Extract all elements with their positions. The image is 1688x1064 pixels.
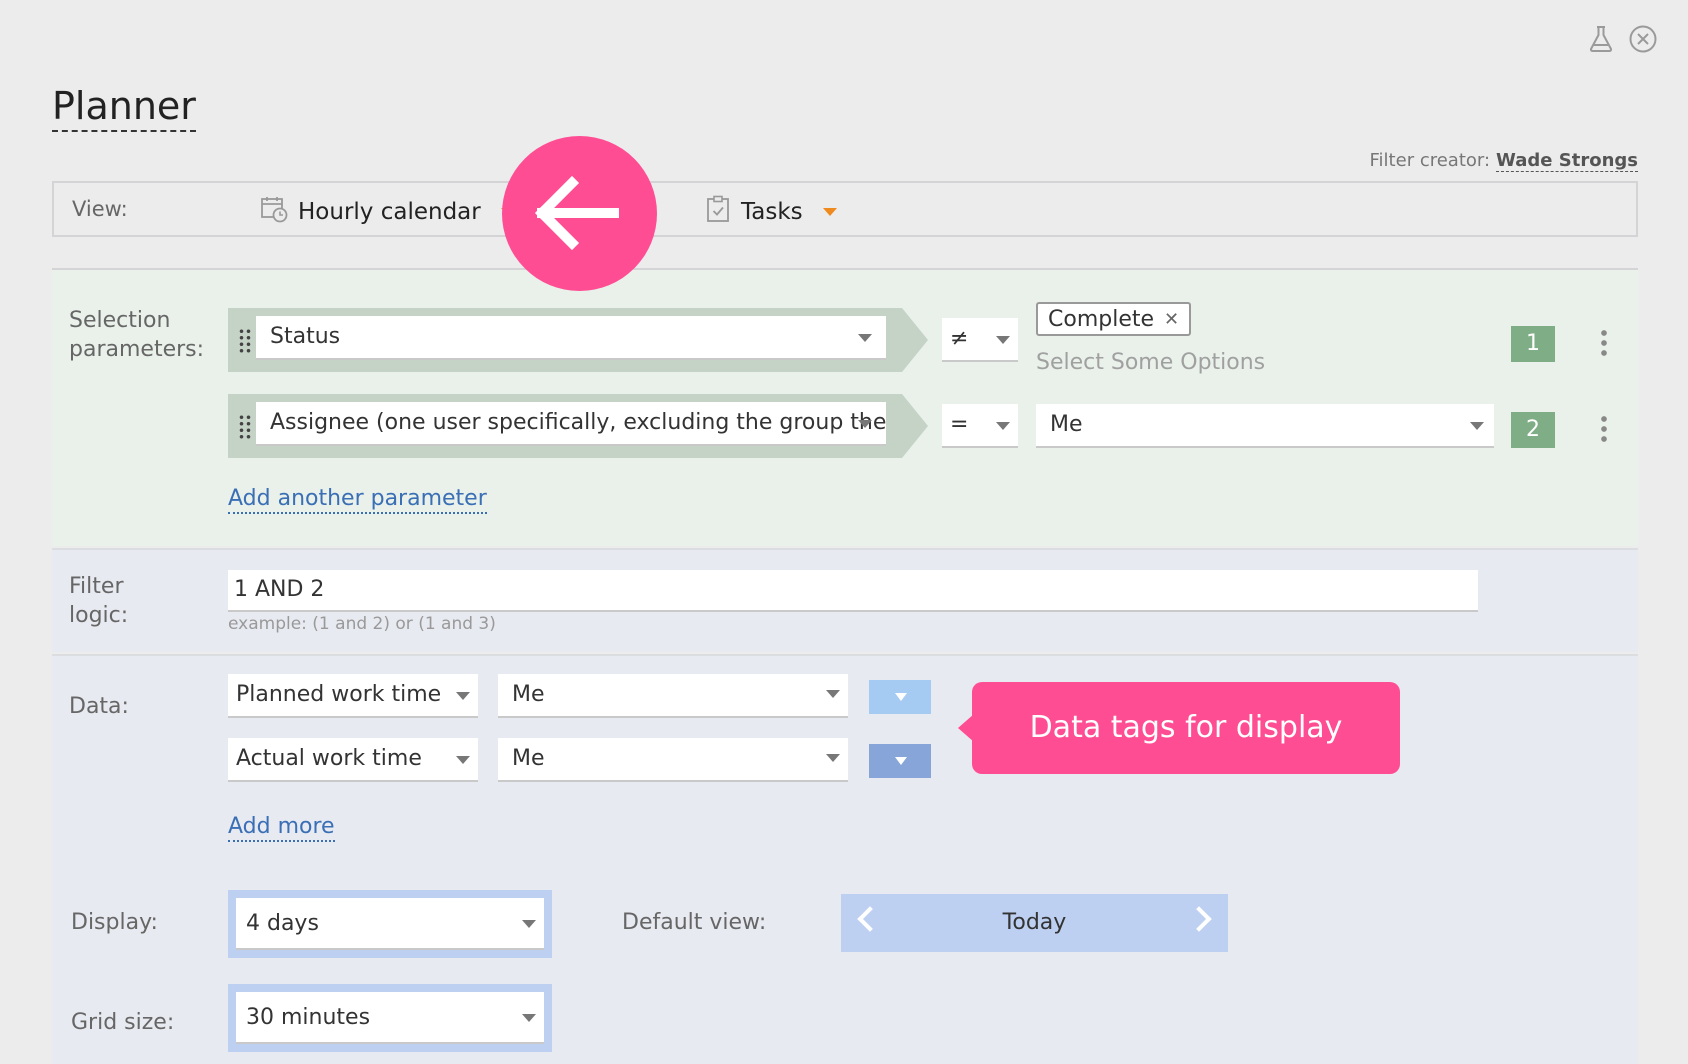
selection-label: Selection parameters:	[69, 306, 204, 364]
data-user-select[interactable]: Me	[498, 674, 848, 718]
chevron-down-icon	[822, 208, 837, 216]
param-value-select[interactable]: Me	[1036, 404, 1494, 448]
chevron-down-icon	[456, 692, 470, 700]
param-arrow	[902, 394, 928, 458]
chevron-down-icon	[1470, 422, 1484, 430]
param-value-text: Me	[1050, 412, 1083, 437]
display-select[interactable]: 4 days	[228, 890, 552, 958]
page-title[interactable]: Planner	[52, 84, 196, 132]
color-picker[interactable]	[869, 680, 931, 714]
filter-logic-label: Filter logic:	[69, 572, 128, 630]
filter-creator-label: Filter creator:	[1369, 150, 1491, 171]
chevron-down-icon	[858, 420, 872, 428]
param-operator-value: =	[950, 412, 969, 437]
chevron-down-icon	[996, 422, 1010, 430]
filter-logic-section: Filter logic: 1 AND 2 example: (1 and 2)…	[52, 548, 1638, 652]
filter-logic-hint: example: (1 and 2) or (1 and 3)	[228, 614, 496, 634]
more-options-icon[interactable]	[1601, 414, 1607, 442]
chevron-down-icon	[858, 334, 872, 342]
data-section: Data: Planned work time Me Actual work t…	[52, 654, 1638, 1064]
default-view-value[interactable]: Today	[1003, 910, 1067, 935]
chevron-down-icon	[996, 336, 1010, 344]
remove-tag-icon[interactable]: ✕	[1164, 309, 1179, 330]
filter-logic-label-line1: Filter	[69, 574, 124, 599]
grid-size-value: 30 minutes	[246, 1005, 371, 1030]
close-circle-icon[interactable]	[1628, 24, 1658, 54]
default-view-navigator: Today	[841, 894, 1228, 952]
grid-size-label: Grid size:	[71, 1010, 175, 1035]
param-index-badge: 2	[1511, 412, 1555, 448]
view-label: View:	[72, 197, 128, 221]
chevron-down-icon	[522, 1014, 536, 1022]
selection-label-line2: parameters:	[69, 337, 205, 362]
drag-handle-icon[interactable]	[238, 414, 252, 440]
chevron-down-icon	[456, 756, 470, 764]
chevron-down-icon	[895, 757, 907, 765]
param-operator-select[interactable]: =	[942, 404, 1018, 448]
data-metric-value: Planned work time	[236, 682, 442, 707]
entity-dropdown[interactable]: Tasks	[705, 195, 837, 229]
data-metric-select[interactable]: Actual work time	[228, 738, 478, 782]
param-field-select[interactable]: Status	[256, 316, 886, 360]
selection-section: Selection parameters: Status ≠ 1 Assigne…	[52, 268, 1638, 546]
param-operator-select[interactable]: ≠	[942, 318, 1018, 362]
chevron-right-icon[interactable]	[1186, 906, 1212, 932]
clipboard-check-icon	[705, 195, 731, 229]
chevron-down-icon	[895, 693, 907, 701]
data-user-value: Me	[512, 682, 545, 707]
add-more-link[interactable]: Add more	[228, 814, 335, 842]
param-index-badge: 1	[1511, 326, 1555, 362]
entity-label: Tasks	[741, 199, 803, 225]
drag-handle-icon[interactable]	[238, 328, 252, 354]
display-value: 4 days	[246, 911, 319, 936]
param-field-value: Assignee (one user specifically, excludi…	[270, 410, 886, 435]
data-tags-tooltip: Data tags for display	[972, 682, 1400, 774]
chevron-down-icon	[826, 690, 840, 698]
data-metric-value: Actual work time	[236, 746, 422, 771]
param-operator-value: ≠	[950, 326, 969, 351]
add-parameter-link[interactable]: Add another parameter	[228, 486, 487, 514]
flask-icon[interactable]	[1586, 24, 1616, 54]
grid-size-select[interactable]: 30 minutes	[228, 984, 552, 1052]
view-type-dropdown[interactable]: Hourly calendar	[260, 195, 515, 229]
param-field-select[interactable]: Assignee (one user specifically, excludi…	[256, 402, 886, 446]
data-user-select[interactable]: Me	[498, 738, 848, 782]
more-options-icon[interactable]	[1601, 328, 1607, 356]
data-user-value: Me	[512, 746, 545, 771]
param-field-value: Status	[270, 324, 341, 349]
selected-tag-label: Complete	[1048, 306, 1155, 332]
default-view-label: Default view:	[622, 910, 767, 935]
pink-arrow-callout	[502, 136, 657, 291]
calendar-clock-icon	[260, 195, 288, 229]
view-bar: View: Hourly calendar Tasks	[52, 181, 1638, 237]
selection-label-line1: Selection	[69, 308, 171, 333]
view-type-label: Hourly calendar	[298, 199, 481, 225]
data-label: Data:	[69, 694, 129, 719]
display-label: Display:	[71, 910, 158, 935]
filter-logic-label-line2: logic:	[69, 603, 129, 628]
options-placeholder[interactable]: Select Some Options	[1036, 350, 1265, 375]
selected-tag: Complete ✕	[1036, 302, 1192, 336]
chevron-left-icon[interactable]	[857, 906, 883, 932]
chevron-down-icon	[522, 920, 536, 928]
chevron-down-icon	[826, 754, 840, 762]
filter-creator-name[interactable]: Wade Strongs	[1496, 150, 1638, 172]
arrow-left-icon	[534, 175, 619, 251]
param-arrow	[902, 308, 928, 372]
filter-logic-input[interactable]: 1 AND 2	[228, 570, 1478, 612]
filter-creator: Filter creator: Wade Strongs	[1369, 150, 1638, 172]
data-metric-select[interactable]: Planned work time	[228, 674, 478, 718]
color-picker[interactable]	[869, 744, 931, 778]
